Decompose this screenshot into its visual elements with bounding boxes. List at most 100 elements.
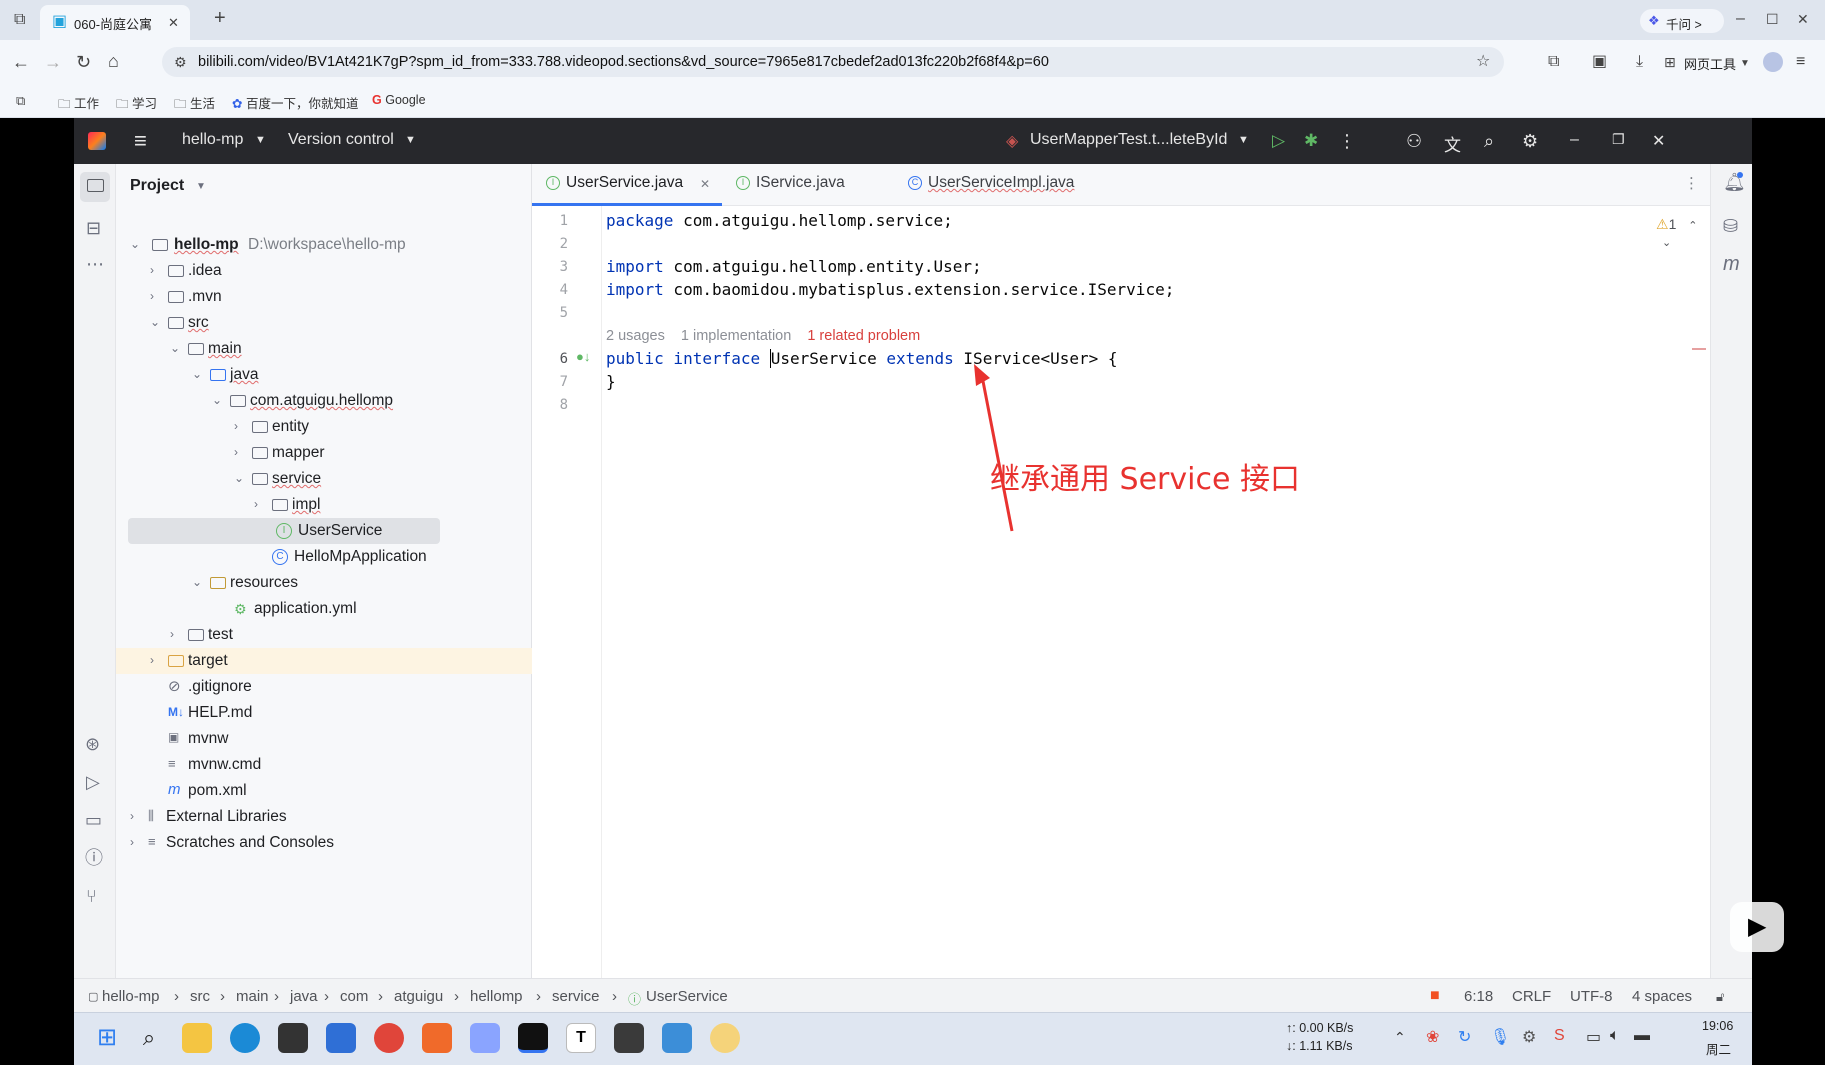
git-icon[interactable]: ⑂ bbox=[86, 887, 97, 905]
network-icon[interactable]: ▭ bbox=[1586, 1027, 1601, 1047]
project-tool-button[interactable] bbox=[80, 172, 110, 202]
settings-gear-icon[interactable]: ⚙ bbox=[1522, 131, 1538, 152]
breadcrumb-item[interactable]: UserService bbox=[646, 988, 728, 1005]
file-encoding[interactable]: UTF-8 bbox=[1570, 988, 1613, 1005]
related-problem-hint[interactable]: 1 related problem bbox=[807, 328, 920, 344]
bookmark-star-icon[interactable]: ☆ bbox=[1476, 54, 1490, 70]
start-menu-icon[interactable]: ⊞ bbox=[92, 1023, 122, 1053]
minimize-window-icon[interactable]: – bbox=[1736, 11, 1745, 27]
maven-tool-icon[interactable]: m bbox=[1723, 254, 1740, 274]
app-cat-icon[interactable] bbox=[710, 1023, 740, 1053]
tray-overflow-icon[interactable]: ⌃ bbox=[1394, 1029, 1406, 1046]
web-tools-button[interactable]: 网页工具 bbox=[1684, 54, 1736, 73]
reload-icon[interactable]: ↻ bbox=[76, 53, 91, 71]
breadcrumb-item[interactable]: com bbox=[340, 988, 368, 1005]
problems-icon[interactable]: ⓘ bbox=[85, 849, 103, 867]
search-everywhere-icon[interactable]: ⌕ bbox=[1484, 131, 1494, 152]
close-tab-icon[interactable]: ✕ bbox=[700, 177, 710, 191]
database-icon[interactable]: ⛁ bbox=[1723, 217, 1738, 235]
breadcrumb-item[interactable]: java bbox=[290, 988, 318, 1005]
microsoft-store-icon[interactable] bbox=[326, 1023, 356, 1053]
more-tools-icon[interactable]: ⋯ bbox=[86, 255, 104, 273]
sync-icon[interactable]: ↻ bbox=[1458, 1027, 1471, 1047]
qianwen-button[interactable]: ❖ 千问 > bbox=[1640, 9, 1724, 33]
services-icon[interactable]: ⊛ bbox=[85, 735, 100, 753]
next-highlight-icon[interactable]: ⌄ bbox=[1662, 237, 1671, 249]
error-stripe-mark[interactable] bbox=[1692, 348, 1706, 350]
debug-icon[interactable]: ✱ bbox=[1304, 131, 1318, 151]
volume-icon[interactable]: 🔈︎ bbox=[1610, 1027, 1620, 1045]
run-tool-icon[interactable]: ▷ bbox=[86, 773, 100, 791]
run-icon[interactable]: ▷ bbox=[1272, 131, 1285, 151]
translate-icon[interactable]: 文 bbox=[1444, 131, 1461, 156]
bookmark-baidu[interactable]: ✿ 百度一下，你就知道 bbox=[232, 93, 358, 112]
tree-item-userservice-selected[interactable]: I UserService bbox=[128, 518, 440, 544]
breadcrumb-item[interactable]: service bbox=[552, 988, 600, 1005]
inspection-widget[interactable]: ⚠1 ⌃ ⌄ bbox=[1656, 216, 1710, 249]
more-actions-icon[interactable]: ⋮ bbox=[1338, 131, 1356, 152]
project-panel-title[interactable]: Project bbox=[130, 177, 184, 195]
code-with-me-icon[interactable]: ⚇ bbox=[1406, 131, 1422, 152]
version-control-menu[interactable]: Version control bbox=[288, 131, 394, 149]
bookmark-folder-study[interactable]: 🗀 学习 bbox=[116, 93, 157, 116]
browser-menu-icon[interactable]: ≡ bbox=[1796, 54, 1805, 70]
breadcrumb-item[interactable]: main bbox=[236, 988, 269, 1005]
main-menu-icon[interactable]: ≡ bbox=[134, 128, 147, 154]
close-tab-icon[interactable]: ✕ bbox=[168, 15, 179, 31]
new-tab-icon[interactable]: + bbox=[214, 8, 226, 28]
intellij-taskbar-icon[interactable] bbox=[518, 1023, 548, 1053]
maximize-window-icon[interactable]: ☐ bbox=[1766, 11, 1779, 27]
chrome-browser-icon[interactable] bbox=[374, 1023, 404, 1053]
structure-icon[interactable]: ⊟ bbox=[86, 219, 101, 237]
extensions-icon[interactable]: ⧉ bbox=[1548, 54, 1559, 70]
tab-overview-icon[interactable]: ⧉ bbox=[14, 12, 25, 28]
terminal-icon[interactable]: ▭ bbox=[85, 811, 102, 829]
ide-restore-icon[interactable]: ❐ bbox=[1612, 131, 1625, 148]
caret-position[interactable]: 6:18 bbox=[1464, 988, 1493, 1005]
indent-setting[interactable]: 4 spaces bbox=[1632, 988, 1692, 1005]
sublime-text-icon[interactable] bbox=[614, 1023, 644, 1053]
url-input[interactable]: ⚙ bilibili.com/video/BV1At421K7gP?spm_id… bbox=[162, 47, 1504, 77]
breadcrumb-item[interactable]: atguigu bbox=[394, 988, 443, 1005]
breadcrumb-item[interactable]: src bbox=[190, 988, 210, 1005]
tab-userservice-java[interactable]: I UserService.java ✕ bbox=[532, 164, 722, 206]
bookmark-folder-work[interactable]: 🗀 工作 bbox=[58, 93, 99, 116]
clock-day[interactable]: 周二 bbox=[1706, 1039, 1731, 1058]
tray-app-icon[interactable]: ❀ bbox=[1426, 1027, 1439, 1047]
file-explorer-icon[interactable] bbox=[182, 1023, 212, 1053]
line-separator[interactable]: CRLF bbox=[1512, 988, 1551, 1005]
screenshot-icon[interactable]: ▣ bbox=[1592, 54, 1607, 70]
clock-time[interactable]: 19:06 bbox=[1702, 1019, 1733, 1033]
usages-hint[interactable]: 2 usages bbox=[606, 328, 665, 344]
battery-icon[interactable]: ▬ bbox=[1634, 1027, 1650, 1045]
tray-settings-icon[interactable]: ⚙ bbox=[1522, 1027, 1536, 1047]
breadcrumb-item[interactable]: hellomp bbox=[470, 988, 523, 1005]
app-orange-icon[interactable] bbox=[422, 1023, 452, 1053]
site-settings-icon[interactable]: ⚙ bbox=[174, 54, 187, 70]
read-only-lock-icon[interactable]: 🔓︎ bbox=[1716, 989, 1724, 1005]
run-configuration-selector[interactable]: UserMapperTest.t...leteById bbox=[1030, 131, 1227, 149]
terminal-app-icon[interactable] bbox=[278, 1023, 308, 1053]
tab-userserviceimpl-java[interactable]: C UserServiceImpl.java bbox=[894, 164, 1084, 206]
ide-close-icon[interactable]: ✕ bbox=[1652, 131, 1665, 151]
tree-item-target[interactable]: › target bbox=[116, 648, 532, 674]
input-method-icon[interactable]: S bbox=[1554, 1027, 1565, 1045]
project-switcher[interactable]: hello-mp bbox=[182, 131, 243, 149]
taskbar-search-icon[interactable]: ⌕ bbox=[134, 1023, 164, 1053]
close-window-icon[interactable]: ✕ bbox=[1797, 11, 1809, 27]
typora-icon[interactable]: T bbox=[566, 1023, 596, 1053]
tab-groups-icon[interactable]: ⧉ bbox=[16, 93, 25, 109]
prev-highlight-icon[interactable]: ⌃ bbox=[1688, 220, 1697, 232]
code-editor[interactable]: 1 2 3 4 5 6 ●↓ 7 8 package com.atguigu.h… bbox=[532, 206, 1710, 978]
implementations-gutter-icon[interactable]: ●↓ bbox=[576, 349, 590, 364]
edge-browser-icon[interactable] bbox=[230, 1023, 260, 1053]
browser-tab[interactable]: ▣ 060-尚庭公寓 ✕ bbox=[40, 5, 190, 40]
tab-iservice-java[interactable]: I IService.java bbox=[722, 164, 882, 206]
remote-desktop-icon[interactable] bbox=[662, 1023, 692, 1053]
video-play-button[interactable]: ▶ bbox=[1730, 902, 1784, 952]
home-icon[interactable]: ⌂ bbox=[108, 52, 119, 70]
forward-icon[interactable]: → bbox=[44, 53, 62, 71]
back-icon[interactable]: ← bbox=[12, 53, 30, 71]
profile-avatar[interactable] bbox=[1763, 52, 1783, 72]
app-feather-icon[interactable] bbox=[470, 1023, 500, 1053]
